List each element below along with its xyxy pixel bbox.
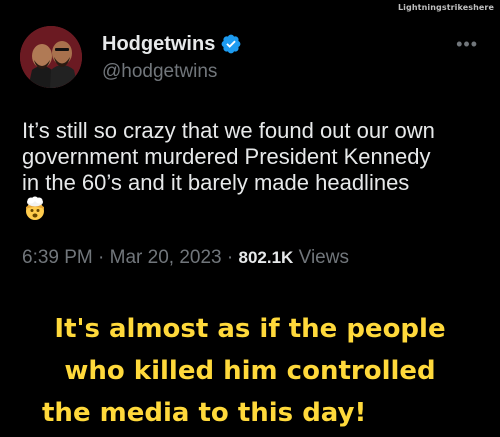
tweet-line: in the 60’s and it barely made headlines (22, 170, 410, 195)
meta-separator: · (98, 247, 105, 268)
screenshot: Lightningstrikeshere Hodgetwins @hodgetw… (0, 0, 500, 437)
caption-line: the media to this day! (42, 398, 367, 428)
avatar[interactable] (20, 26, 82, 88)
caption-line: It's almost as if the people (54, 314, 446, 344)
handle[interactable]: @hodgetwins (102, 61, 242, 83)
tweet-line: It’s still so crazy that we found out ou… (22, 118, 435, 143)
name-row: Hodgetwins (102, 32, 242, 56)
tweet-time[interactable]: 6:39 PM (22, 247, 93, 268)
tweet-date[interactable]: Mar 20, 2023 (110, 247, 222, 268)
views-label: Views (298, 247, 349, 268)
tweet-identity: Hodgetwins @hodgetwins (102, 32, 242, 83)
tweet-text: It’s still so crazy that we found out ou… (22, 118, 482, 222)
display-name[interactable]: Hodgetwins (102, 33, 215, 56)
tweet-header: Hodgetwins @hodgetwins ••• (20, 26, 480, 90)
views-count: 802.1K (238, 248, 294, 267)
verified-badge-icon (221, 34, 241, 54)
meme-caption: It's almost as if the people who killed … (0, 308, 500, 434)
meta-separator: · (226, 247, 234, 268)
watermark: Lightningstrikeshere (397, 3, 494, 12)
more-options-icon[interactable]: ••• (456, 34, 478, 55)
tweet-line: government murdered President Kennedy (22, 144, 431, 169)
tweet-metadata: 6:39 PM · Mar 20, 2023 · 802.1K Views (22, 247, 349, 269)
caption-line: who killed him controlled (64, 356, 436, 386)
exploding-head-emoji (26, 196, 44, 220)
